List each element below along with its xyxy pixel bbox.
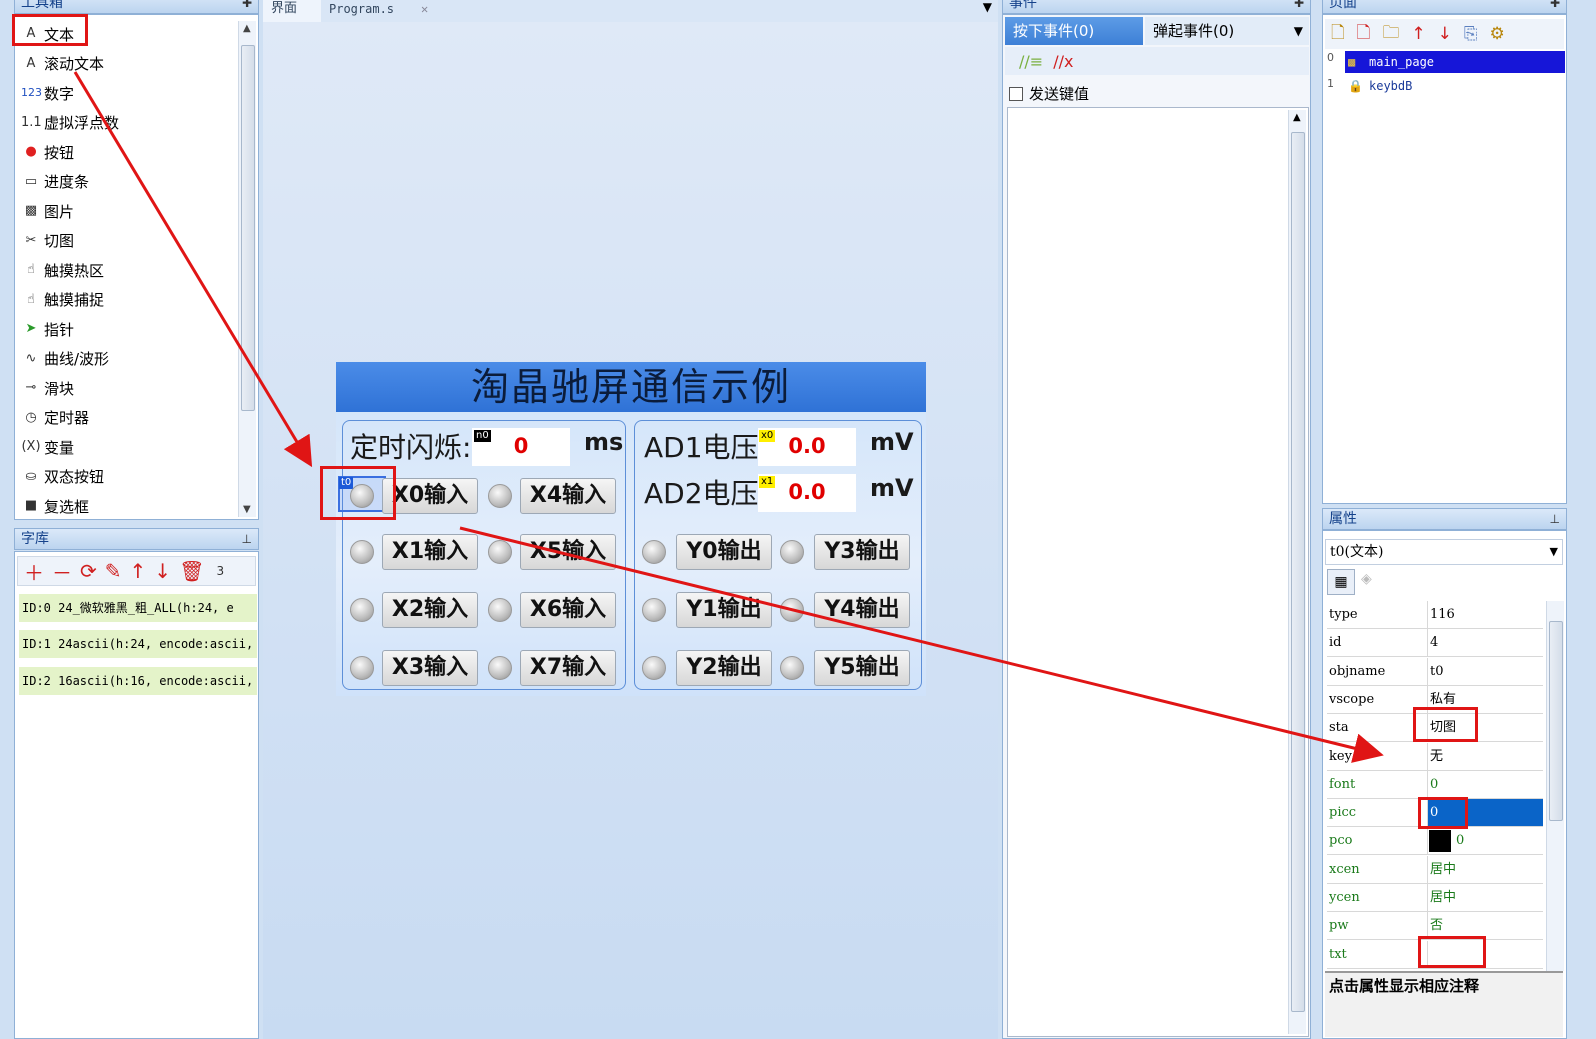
arrow-object-to-props (459, 526, 1384, 763)
annotation-arrows (73, 71, 1384, 763)
arrow-tool-to-canvas (73, 71, 313, 468)
